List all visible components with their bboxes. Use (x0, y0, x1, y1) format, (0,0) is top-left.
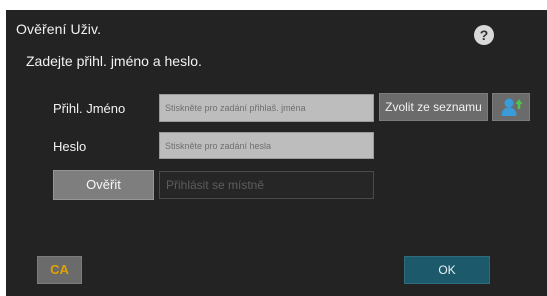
password-label: Heslo (53, 139, 87, 154)
instruction-text: Zadejte přihl. jméno a heslo. (26, 53, 202, 69)
username-field[interactable]: Stiskněte pro zadání přihlaš. jména (159, 94, 374, 122)
ca-button[interactable]: CA (37, 256, 82, 284)
help-icon: ? (479, 27, 489, 43)
password-field[interactable]: Stiskněte pro zadání hesla (159, 132, 374, 159)
username-label: Přihl. Jméno (53, 101, 126, 116)
verify-button[interactable]: Ověřit (53, 170, 154, 200)
address-book-button[interactable] (492, 93, 530, 121)
select-from-list-button[interactable]: Zvolit ze seznamu (379, 93, 488, 121)
help-button[interactable]: ? (474, 25, 494, 45)
dialog-title: Ověření Uživ. (16, 21, 102, 37)
local-login-button[interactable]: Přihlásit se místně (159, 171, 374, 199)
address-book-icon (501, 98, 523, 116)
ok-button[interactable]: OK (404, 256, 490, 284)
